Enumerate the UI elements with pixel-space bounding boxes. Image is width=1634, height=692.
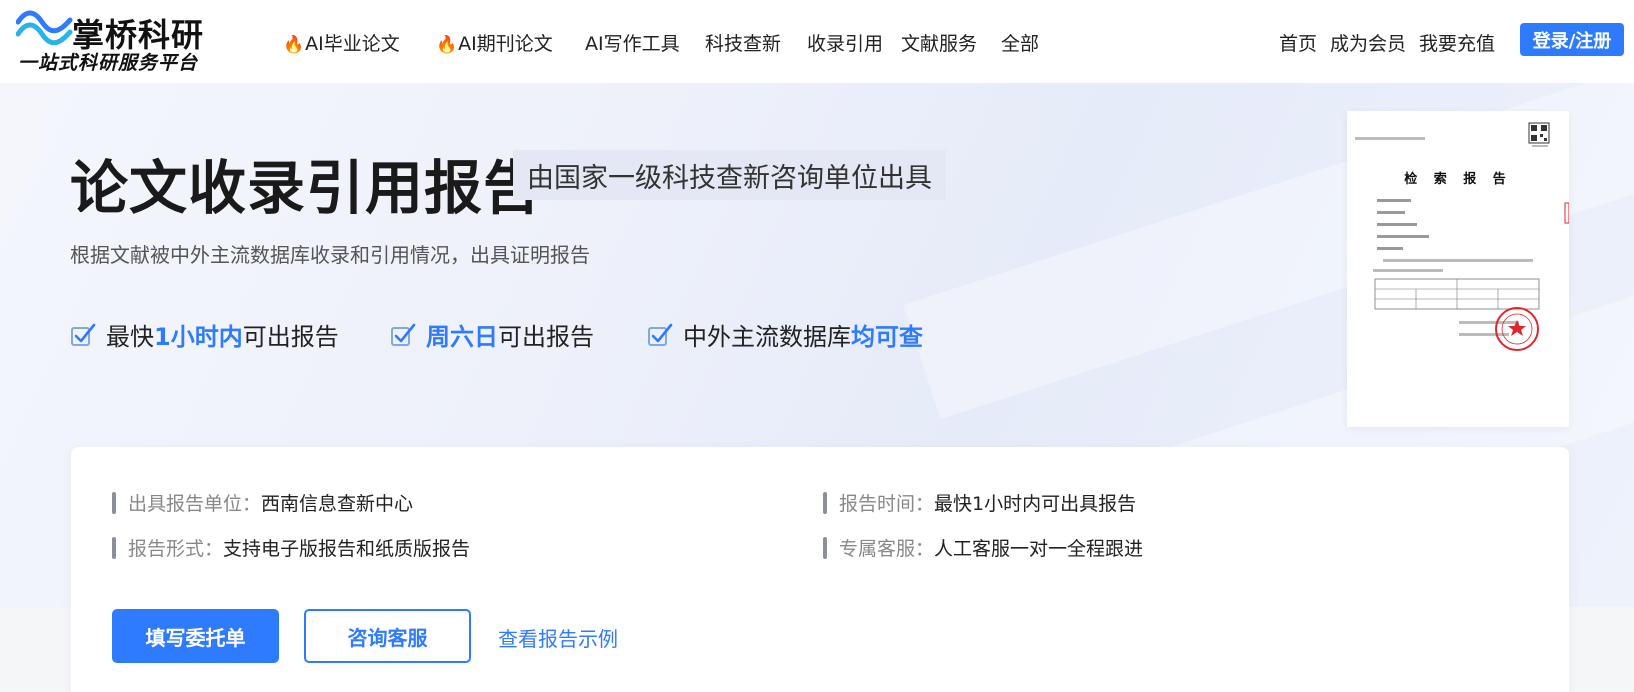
- row-marker: [112, 536, 116, 559]
- report-title: 检 索 报 告: [1404, 172, 1512, 187]
- info-label: 报告时间：: [839, 493, 935, 515]
- fire-icon: 🔥: [436, 35, 458, 55]
- info-label: 专属客服：: [839, 538, 935, 560]
- page-title: 论文收录引用报告: [70, 154, 543, 222]
- info-row-time: 报告时间： 最快1小时内可出具报告: [823, 489, 1136, 516]
- qr-code-icon: [1528, 122, 1550, 147]
- checkbox-icon: [71, 323, 96, 346]
- feature-text: 可出报告: [498, 323, 594, 351]
- logo-waves-icon: [16, 10, 73, 46]
- feature-highlight: 均可查: [851, 323, 923, 351]
- view-sample-link[interactable]: 查看报告示例: [498, 623, 618, 652]
- info-value: 支持电子版报告和纸质版报告: [223, 538, 471, 560]
- checkbox-icon: [391, 323, 416, 346]
- hero-description: 根据文献被中外主流数据库收录和引用情况，出具证明报告: [70, 243, 590, 267]
- fire-icon: 🔥: [283, 35, 305, 55]
- report-info-card: 出具报告单位： 西南信息查新中心 报告时间： 最快1小时内可出具报告 报告形式：…: [71, 447, 1569, 692]
- consult-service-button[interactable]: 咨询客服: [304, 609, 471, 663]
- hero-badge: 由国家一级科技查新咨询单位出具: [513, 150, 946, 200]
- info-row-format: 报告形式： 支持电子版报告和纸质版报告: [112, 534, 470, 561]
- row-marker: [823, 536, 827, 559]
- info-label: 出具报告单位：: [128, 493, 262, 515]
- info-row-service: 专属客服： 人工客服一对一全程跟进: [823, 534, 1143, 561]
- report-document-graphic: [1355, 122, 1569, 351]
- row-marker: [112, 491, 116, 514]
- fill-order-button[interactable]: 填写委托单: [112, 609, 279, 663]
- link-membership[interactable]: 成为会员: [1330, 29, 1406, 56]
- nav-item-ai-writing[interactable]: AI写作工具: [585, 29, 680, 56]
- feature-text: 可出报告: [242, 323, 339, 351]
- login-register-button[interactable]: 登录/注册: [1520, 23, 1624, 56]
- nav-item-literature[interactable]: 文献服务: [901, 29, 977, 56]
- report-sample-image[interactable]: 检 索 报 告: [1347, 111, 1569, 427]
- info-value: 最快1小时内可出具报告: [934, 493, 1137, 515]
- row-marker: [823, 491, 827, 514]
- info-value: 西南信息查新中心: [261, 493, 414, 515]
- nav-item-label: AI期刊论文: [458, 33, 553, 55]
- stamp-icon: [1495, 307, 1539, 351]
- feature-highlight: 周六日: [426, 323, 498, 351]
- nav-item-ai-thesis[interactable]: 🔥AI毕业论文: [283, 29, 400, 56]
- brand-logo[interactable]: 掌桥科研 一站式科研服务平台: [16, 8, 221, 74]
- link-home[interactable]: 首页: [1279, 29, 1317, 56]
- feature-databases: 中外主流数据库 均可查: [647, 317, 923, 352]
- info-row-issuer: 出具报告单位： 西南信息查新中心: [112, 489, 413, 516]
- nav-item-citation[interactable]: 收录引用: [807, 29, 883, 56]
- feature-text: 最快: [106, 323, 154, 351]
- info-label: 报告形式：: [128, 538, 224, 560]
- info-value: 人工客服一对一全程跟进: [934, 538, 1144, 560]
- feature-weekend: 周六日 可出报告: [390, 317, 594, 352]
- nav-item-novelty-search[interactable]: 科技查新: [705, 29, 781, 56]
- feature-highlight: 1小时内: [154, 323, 243, 351]
- brand-slogan: 一站式科研服务平台: [18, 52, 199, 74]
- nav-item-ai-journal[interactable]: 🔥AI期刊论文: [436, 29, 553, 56]
- link-recharge[interactable]: 我要充值: [1419, 29, 1495, 56]
- checkbox-icon: [648, 323, 673, 346]
- top-header: 掌桥科研 一站式科研服务平台 🔥AI毕业论文 🔥AI期刊论文 AI写作工具 科技…: [0, 0, 1634, 83]
- feature-fast-report: 最快 1小时内 可出报告: [70, 317, 339, 352]
- nav-item-label: AI毕业论文: [305, 33, 400, 55]
- nav-item-all[interactable]: 全部: [1001, 29, 1039, 56]
- feature-text: 中外主流数据库: [683, 323, 851, 351]
